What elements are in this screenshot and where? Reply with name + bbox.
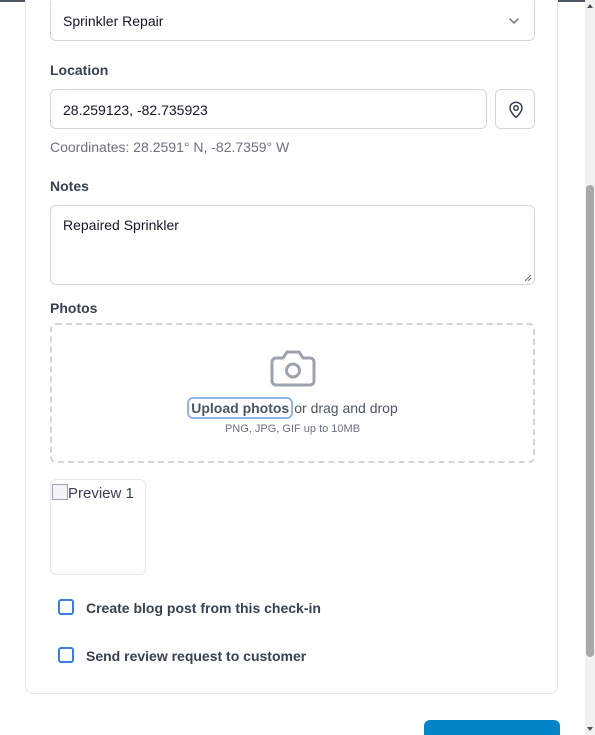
location-input[interactable]: 28.259123, -82.735923	[50, 89, 487, 129]
scroll-up-arrow-icon[interactable]	[587, 4, 593, 8]
coordinates-text: Coordinates: 28.2591° N, -82.7359° W	[50, 139, 290, 155]
notes-textarea[interactable]: Repaired Sprinkler	[50, 205, 535, 285]
photos-label: Photos	[50, 300, 98, 316]
notes-textarea-value: Repaired Sprinkler	[63, 217, 179, 233]
scroll-down-arrow-icon[interactable]	[587, 727, 593, 731]
service-select-value: Sprinkler Repair	[63, 13, 164, 29]
service-select[interactable]: Sprinkler Repair	[50, 1, 535, 41]
scrollbar-thumb[interactable]	[586, 185, 594, 657]
location-input-value: 28.259123, -82.735923	[63, 102, 208, 118]
drag-drop-text: or drag and drop	[294, 400, 398, 416]
notes-label: Notes	[50, 178, 89, 194]
create-blog-post-label[interactable]: Create blog post from this check-in	[86, 600, 321, 616]
page-scrollbar[interactable]	[585, 0, 595, 735]
camera-icon	[270, 350, 316, 387]
upload-row: Upload photos or drag and drop	[52, 397, 533, 419]
checkin-form-viewport: Sprinkler Repair Location 28.259123, -82…	[0, 0, 595, 735]
broken-image-icon	[52, 484, 68, 500]
photo-preview-thumbnail[interactable]: Preview 1	[50, 479, 146, 575]
upload-formats-text: PNG, JPG, GIF up to 10MB	[224, 423, 361, 435]
map-pin-icon	[509, 101, 523, 119]
send-review-request-checkbox[interactable]	[58, 647, 74, 663]
photo-dropzone[interactable]: Upload photos or drag and drop PNG, JPG, …	[50, 323, 535, 463]
send-review-request-label[interactable]: Send review request to customer	[86, 648, 306, 664]
submit-checkin-button[interactable]	[424, 720, 560, 735]
preview-alt-text: Preview 1	[68, 485, 134, 502]
location-label: Location	[50, 62, 109, 78]
create-blog-post-checkbox[interactable]	[58, 599, 74, 615]
chevron-down-icon	[509, 18, 519, 24]
upload-photos-link[interactable]: Upload photos	[187, 397, 294, 419]
resize-grip-icon[interactable]	[522, 272, 532, 282]
use-current-location-button[interactable]	[495, 89, 535, 129]
